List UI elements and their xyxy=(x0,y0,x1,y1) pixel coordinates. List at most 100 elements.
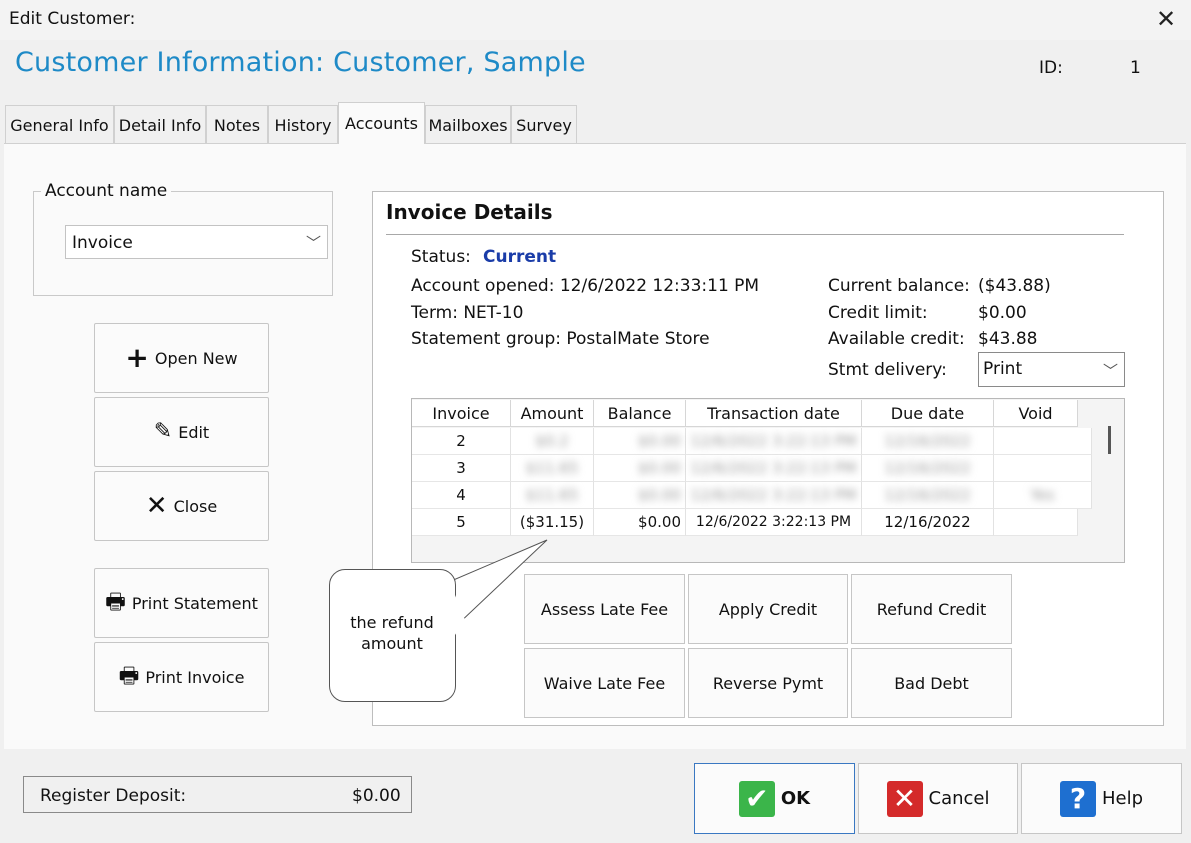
open-new-button[interactable]: + Open New xyxy=(94,323,269,393)
table-cell-invoice[interactable]: 5 xyxy=(412,509,511,536)
current-balance-label: Current balance: xyxy=(828,276,970,296)
bad-debt-button[interactable]: Bad Debt xyxy=(851,648,1012,718)
tab-survey[interactable]: Survey xyxy=(511,105,577,143)
blurred-amount: $0.2 xyxy=(535,432,569,450)
table-cell-void[interactable] xyxy=(994,428,1092,455)
table-cell-amount[interactable]: ($31.15) xyxy=(511,509,594,536)
blurred-date: 12/6/2022 3:22:13 PM xyxy=(690,459,857,477)
tab-detail-info[interactable]: Detail Info xyxy=(114,105,206,143)
table-cell-void[interactable]: Yes xyxy=(994,482,1092,509)
title-bar xyxy=(0,0,1191,40)
print-invoice-label: Print Invoice xyxy=(145,667,245,687)
help-question-icon: ? xyxy=(1059,780,1096,817)
column-header-amount[interactable]: Amount xyxy=(511,400,594,427)
refund-credit-button[interactable]: Refund Credit xyxy=(851,574,1012,644)
help-label: Help xyxy=(1101,788,1144,809)
column-header-invoice[interactable]: Invoice xyxy=(412,400,511,427)
column-header-due-date[interactable]: Due date xyxy=(862,400,994,427)
table-cell-balance[interactable]: $0.00 xyxy=(594,455,686,482)
help-button[interactable]: ? Help xyxy=(1021,763,1182,834)
column-header-transaction-date[interactable]: Transaction date xyxy=(686,400,862,427)
tab-history[interactable]: History xyxy=(268,105,338,143)
blurred-amount: $11.65 xyxy=(525,486,579,504)
print-statement-button[interactable]: 🖶 Print Statement xyxy=(94,568,269,638)
credit-limit-label: Credit limit: xyxy=(828,303,928,323)
close-button[interactable]: ✕ Close xyxy=(94,471,269,541)
available-credit-label: Available credit: xyxy=(828,329,965,349)
page-title: Customer Information: Customer, Sample xyxy=(15,47,586,78)
open-new-label: Open New xyxy=(154,348,238,368)
column-header-balance[interactable]: Balance xyxy=(594,400,686,427)
register-deposit-label: Register Deposit: xyxy=(40,786,187,806)
waive-late-fee-button[interactable]: Waive Late Fee xyxy=(524,648,685,718)
table-cell-balance[interactable]: $0.00 xyxy=(594,509,686,536)
reverse-pymt-button[interactable]: Reverse Pymt xyxy=(688,648,848,718)
divider xyxy=(386,234,1124,235)
blurred-balance: $0.00 xyxy=(638,459,681,477)
table-cell-void[interactable] xyxy=(994,455,1092,482)
ok-button[interactable]: ✔ OK xyxy=(694,763,855,834)
blurred-due: 12/16/2022 xyxy=(884,459,971,477)
print-statement-label: Print Statement xyxy=(131,593,258,613)
apply-credit-button[interactable]: Apply Credit xyxy=(688,574,848,644)
table-cell-balance[interactable]: $0.00 xyxy=(594,482,686,509)
tab-mailboxes[interactable]: Mailboxes xyxy=(425,105,511,143)
blurred-date: 12/6/2022 3:22:13 PM xyxy=(690,486,857,504)
blurred-date: 12/6/2022 3:22:13 PM xyxy=(690,432,857,450)
status-label: Status: xyxy=(411,247,471,267)
column-header-void[interactable]: Void xyxy=(994,400,1078,427)
chevron-down-icon[interactable]: ﹀ xyxy=(306,232,321,253)
edit-label: Edit xyxy=(178,422,210,442)
grid-scrollbar[interactable] xyxy=(1098,400,1124,560)
scrollbar-thumb[interactable] xyxy=(1108,426,1111,454)
invoice-details-title: Invoice Details xyxy=(386,200,553,224)
tab-accounts[interactable]: Accounts xyxy=(338,102,425,144)
credit-limit-value: $0.00 xyxy=(978,303,1027,323)
plus-icon: + xyxy=(125,341,149,374)
table-cell-invoice[interactable]: 2 xyxy=(412,428,511,455)
table-cell-void[interactable] xyxy=(994,509,1078,536)
callout-text: the refund amount xyxy=(332,612,452,654)
table-cell-due[interactable]: 12/16/2022 xyxy=(862,428,994,455)
printer-icon: 🖶 xyxy=(105,590,126,615)
blurred-void: Yes xyxy=(1030,486,1055,504)
table-cell-invoice[interactable]: 4 xyxy=(412,482,511,509)
cancel-button[interactable]: ✕ Cancel xyxy=(858,763,1018,834)
id-label: ID: xyxy=(1039,58,1063,78)
stmt-delivery-label: Stmt delivery: xyxy=(828,360,947,380)
edit-button[interactable]: ✎ Edit xyxy=(94,397,269,467)
close-icon[interactable]: ✕ xyxy=(1151,4,1181,34)
blurred-balance: $0.00 xyxy=(638,432,681,450)
chevron-down-icon[interactable]: ﹀ xyxy=(1103,360,1118,381)
statement-group: Statement group: PostalMate Store xyxy=(411,329,710,349)
pencil-icon: ✎ xyxy=(153,419,173,444)
window-title: Edit Customer: xyxy=(9,9,136,29)
check-icon: ✔ xyxy=(738,780,775,817)
blurred-balance: $0.00 xyxy=(638,486,681,504)
tab-general-info[interactable]: General Info xyxy=(5,105,114,143)
table-cell-amount[interactable]: $0.2 xyxy=(511,428,594,455)
table-cell-date[interactable]: 12/6/2022 3:22:13 PM xyxy=(686,455,862,482)
callout-line: amount xyxy=(361,634,423,653)
cancel-label: Cancel xyxy=(928,788,990,809)
table-cell-date[interactable]: 12/6/2022 3:22:13 PM xyxy=(686,482,862,509)
table-cell-due[interactable]: 12/16/2022 xyxy=(862,455,994,482)
print-invoice-button[interactable]: 🖶 Print Invoice xyxy=(94,642,269,712)
table-cell-amount[interactable]: $11.65 xyxy=(511,455,594,482)
blurred-due: 12/16/2022 xyxy=(884,486,971,504)
account-opened: Account opened: 12/6/2022 12:33:11 PM xyxy=(411,276,760,296)
table-cell-balance[interactable]: $0.00 xyxy=(594,428,686,455)
table-cell-date[interactable]: 12/6/2022 3:22:13 PM xyxy=(686,509,862,536)
printer-icon: 🖶 xyxy=(118,664,140,689)
callout-line: the refund xyxy=(350,613,434,632)
account-name-value: Invoice xyxy=(72,233,133,253)
table-cell-invoice[interactable]: 3 xyxy=(412,455,511,482)
table-cell-amount[interactable]: $11.65 xyxy=(511,482,594,509)
tab-notes[interactable]: Notes xyxy=(206,105,268,143)
table-cell-due[interactable]: 12/16/2022 xyxy=(862,482,994,509)
table-cell-date[interactable]: 12/6/2022 3:22:13 PM xyxy=(686,428,862,455)
status-value: Current xyxy=(483,247,557,267)
close-label: Close xyxy=(173,496,218,516)
table-cell-due[interactable]: 12/16/2022 xyxy=(862,509,994,536)
register-deposit-value: $0.00 xyxy=(352,786,401,806)
